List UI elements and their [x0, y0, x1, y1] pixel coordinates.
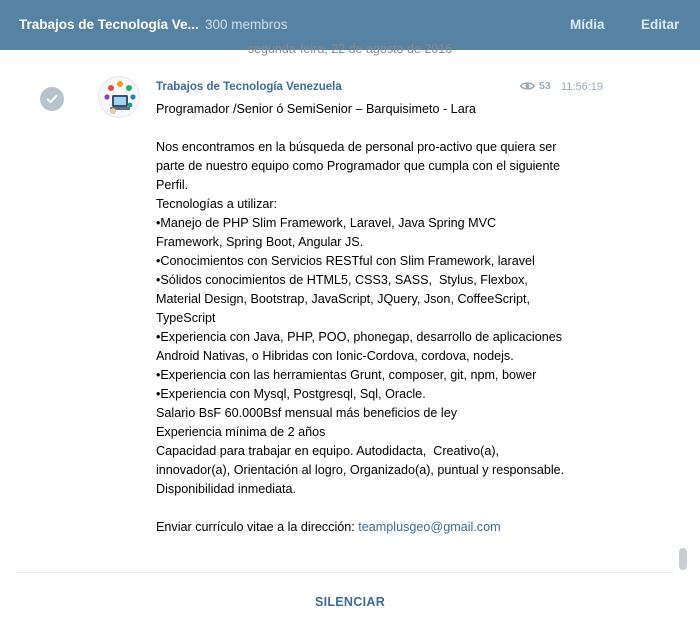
channel-avatar[interactable] — [98, 76, 140, 118]
message-body: Programador /Senior ó SemiSenior – Barqu… — [156, 102, 565, 534]
email-link[interactable]: teamplusgeo@gmail.com — [358, 520, 500, 534]
message-time: 11:56:19 — [561, 81, 604, 93]
eye-icon — [520, 82, 535, 90]
edit-button[interactable]: Editar — [641, 17, 679, 32]
view-counter: 53 — [520, 80, 551, 92]
media-button[interactable]: Mídia — [570, 17, 605, 32]
view-count: 53 — [539, 80, 551, 92]
scrollbar-thumb[interactable] — [679, 548, 687, 570]
scrollbar-track[interactable] — [679, 60, 687, 570]
check-icon — [46, 94, 58, 104]
chat-title[interactable]: Trabajos de Tecnología Ve... — [19, 17, 199, 32]
date-separator: segunda-feira, 22 de agosto de 2016 — [247, 42, 453, 56]
footer-divider — [16, 572, 673, 573]
message-author[interactable]: Trabajos de Tecnología Venezuela — [156, 81, 342, 93]
select-message-check-icon[interactable] — [40, 87, 64, 111]
message-text: Programador /Senior ó SemiSenior – Barqu… — [156, 100, 566, 537]
technology-logo-icon — [99, 77, 139, 117]
member-count[interactable]: 300 membros — [205, 17, 288, 32]
mute-button[interactable]: SILENCIAR — [0, 595, 700, 609]
